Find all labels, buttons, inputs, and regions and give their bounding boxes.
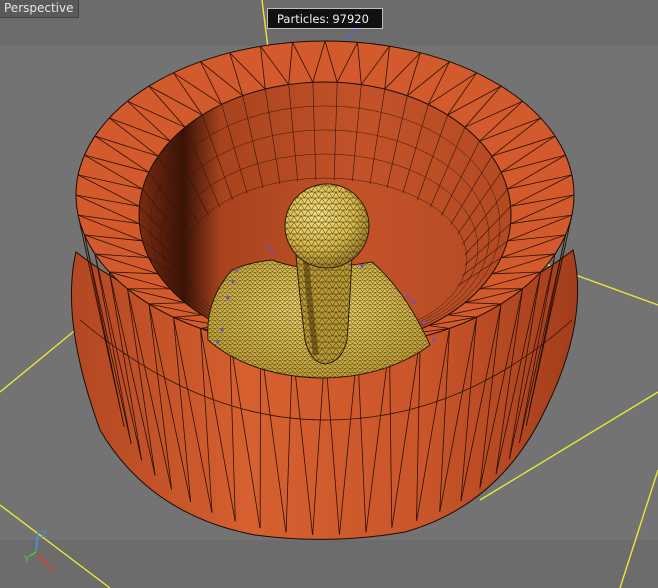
particle-speck	[360, 264, 364, 268]
viewport-label[interactable]: Perspective	[0, 0, 79, 18]
particle-speck	[216, 340, 220, 344]
particle-speck	[226, 296, 230, 300]
particle-speck	[412, 300, 416, 304]
particles-readout: Particles: 97920	[267, 8, 383, 29]
viewport-bottom-band	[0, 540, 658, 588]
gizmo-x-label: X	[50, 565, 56, 575]
particle-speck	[422, 320, 426, 324]
scene-canvas[interactable]: X Z Y	[0, 0, 658, 588]
perspective-viewport[interactable]: X Z Y Perspective Particles: 97920	[0, 0, 658, 588]
pestle-ball-wireframe	[285, 184, 369, 268]
gizmo-z-label: Z	[41, 530, 47, 540]
particles-label: Particles:	[277, 12, 330, 26]
particle-speck	[234, 268, 238, 272]
particles-count: 97920	[332, 12, 369, 26]
particle-speck	[432, 338, 436, 342]
particle-speck	[231, 280, 235, 284]
particle-speck	[270, 250, 274, 254]
particle-speck	[406, 294, 410, 298]
gizmo-y-label: Y	[23, 555, 30, 565]
particle-speck	[266, 244, 270, 248]
particle-speck	[220, 328, 224, 332]
